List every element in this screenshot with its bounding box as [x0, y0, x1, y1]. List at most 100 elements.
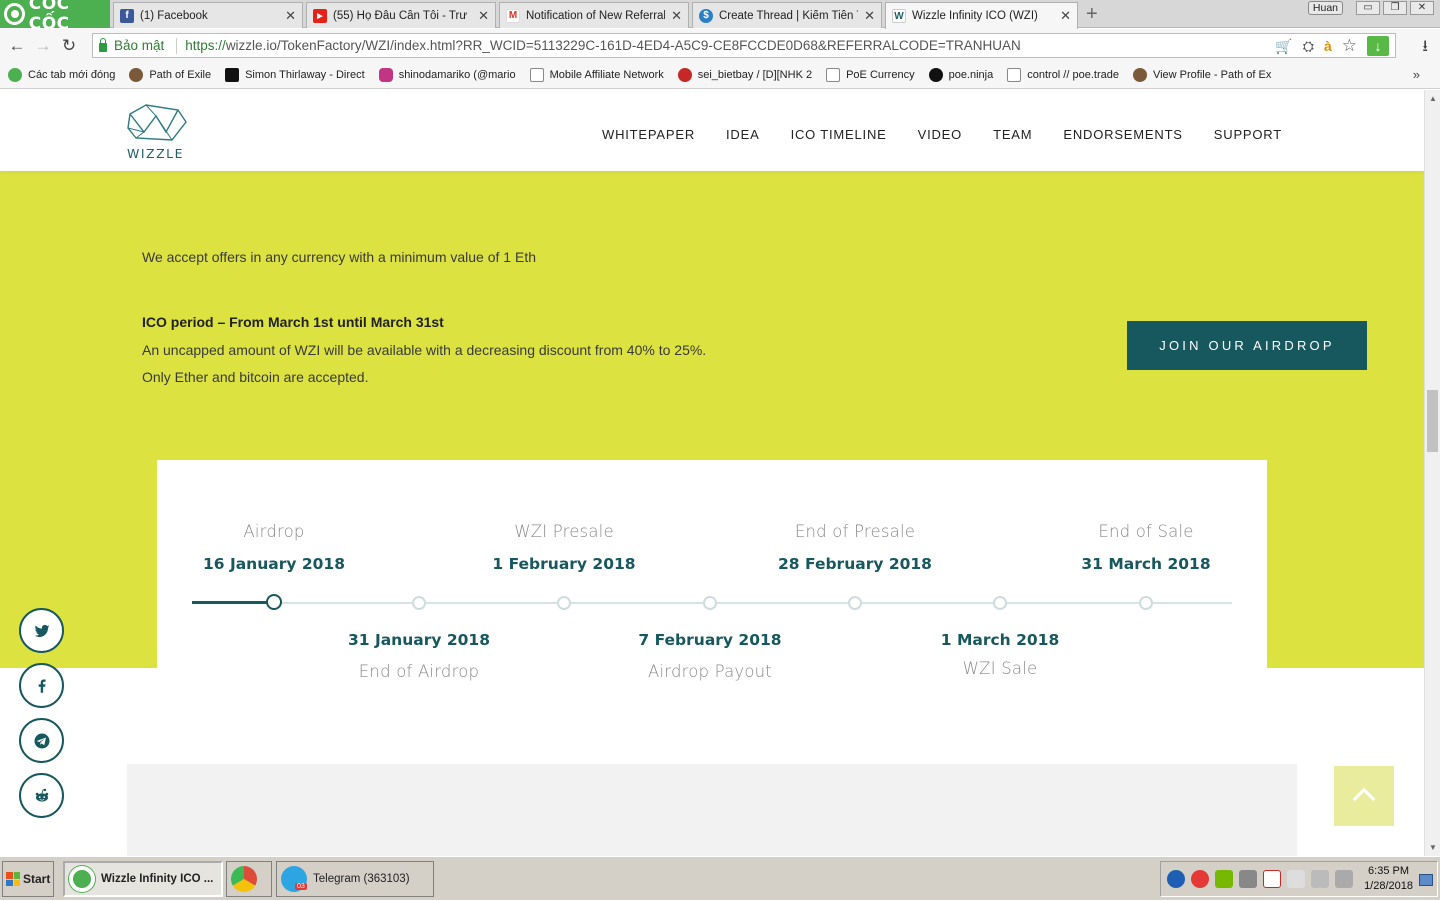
tab-wizzle[interactable]: W Wizzle Infinity ICO (WZI) ✕ — [885, 2, 1078, 29]
browser-toolbar: ← → ↻ Bảo mật https:// wizzle.io/TokenFa… — [0, 29, 1440, 62]
taskbar-telegram[interactable]: 03 Telegram (363103) — [276, 861, 434, 897]
back-button[interactable]: ← — [4, 36, 30, 56]
timeline-dot[interactable] — [412, 596, 426, 610]
bookmark-poe-trade[interactable]: control // poe.trade — [1007, 68, 1119, 82]
address-separator — [176, 37, 178, 54]
join-airdrop-button[interactable]: JOIN OUR AIRDROP — [1127, 321, 1367, 370]
page-scrollbar[interactable]: ▲ ▼ — [1424, 90, 1440, 856]
close-icon[interactable]: ✕ — [864, 8, 875, 24]
timeline-dot[interactable] — [993, 596, 1007, 610]
twitter-share-button[interactable] — [19, 608, 64, 653]
ico-currency-text: Only Ether and bitcoin are accepted. — [142, 369, 369, 385]
bookmark-mobile-affiliate[interactable]: Mobile Affiliate Network — [529, 68, 664, 82]
bookmarks-overflow-icon[interactable]: » — [1413, 67, 1420, 82]
tab-create-thread[interactable]: $ Create Thread | Kiếm Tiền Trê ✕ — [692, 2, 882, 28]
timeline-dot-active[interactable] — [266, 594, 282, 610]
system-clock[interactable]: 6:35 PM 1/28/2018 — [1364, 864, 1413, 894]
tab-title: (55) Họ Đâu Cần Tôi - Trư — [333, 9, 468, 22]
flag-icon[interactable] — [1287, 870, 1305, 888]
scroll-up-icon[interactable]: ▲ — [1429, 94, 1437, 103]
facebook-share-button[interactable] — [19, 663, 64, 708]
close-icon[interactable]: ✕ — [478, 8, 489, 24]
timeline-dot[interactable] — [848, 596, 862, 610]
timeline-dot[interactable] — [557, 596, 571, 610]
network-icon[interactable] — [1167, 870, 1185, 888]
close-window-button[interactable]: ✕ — [1410, 1, 1434, 15]
timeline-date: 1 March 2018 — [940, 631, 1060, 649]
telegram-badge: 03 — [295, 883, 307, 890]
coccoc-brand[interactable]: CỐC CỐC — [0, 0, 110, 34]
new-tab-button[interactable]: + — [1086, 3, 1098, 26]
input-method-icon[interactable]: à — [1324, 38, 1332, 54]
telegram-icon: 03 — [281, 866, 307, 892]
start-button[interactable]: Start — [2, 861, 54, 897]
bookmark-path-of-exile[interactable]: Path of Exile — [129, 68, 211, 82]
bookmark-label: control // poe.trade — [1027, 69, 1119, 81]
nav-video[interactable]: VIDEO — [918, 127, 962, 142]
facebook-icon: f — [120, 8, 134, 23]
bookmark-view-profile[interactable]: View Profile - Path of Ex — [1132, 68, 1271, 82]
wizzle-logo[interactable]: WIZZLE — [126, 102, 188, 161]
timeline-dot[interactable] — [703, 596, 717, 610]
speaker-icon[interactable] — [1335, 870, 1353, 888]
nav-idea[interactable]: IDEA — [726, 127, 760, 142]
taskbar-chrome[interactable] — [226, 861, 272, 897]
instagram-icon — [378, 68, 393, 82]
timeline-label: End of Presale — [794, 522, 916, 541]
downloads-icon[interactable]: ⭳ — [1422, 35, 1428, 62]
display-icon[interactable] — [1311, 870, 1329, 888]
nvidia-icon[interactable] — [1215, 870, 1233, 888]
tab-title: (1) Facebook — [140, 9, 208, 22]
telegram-share-button[interactable] — [19, 718, 64, 763]
gmail-icon: M — [506, 8, 520, 23]
reload-button[interactable]: ↻ — [56, 36, 82, 56]
reddit-share-button[interactable] — [19, 773, 64, 818]
windows-taskbar: Start Wizzle Infinity ICO ... 03 Telegra… — [0, 856, 1440, 900]
bookmark-poe-ninja[interactable]: poe.ninja — [928, 68, 993, 82]
savior-download-icon[interactable]: ↓ — [1367, 36, 1389, 56]
telegram-icon — [34, 733, 49, 748]
volume-icon[interactable] — [1239, 870, 1257, 888]
close-icon[interactable]: ✕ — [671, 8, 682, 24]
close-icon[interactable]: ✕ — [285, 8, 296, 24]
app-tray-icon[interactable] — [1191, 870, 1209, 888]
scrollbar-thumb[interactable] — [1427, 390, 1438, 452]
timeline-progress — [192, 601, 274, 604]
nav-ico-timeline[interactable]: ICO TIMELINE — [791, 127, 887, 142]
bookmark-simon-thirlaway[interactable]: Simon Thirlaway - Direct — [225, 68, 365, 82]
bookmark-recent-tabs[interactable]: Các tab mới đóng — [8, 68, 115, 82]
tab-gmail[interactable]: M Notification of New Referral ✕ — [499, 2, 689, 28]
close-icon[interactable]: ✕ — [1060, 8, 1071, 24]
poe-icon — [1132, 68, 1147, 82]
translate-icon[interactable]: ⛭ — [1303, 38, 1314, 55]
nav-support[interactable]: SUPPORT — [1214, 127, 1282, 142]
ico-info-section: We accept offers in any currency with a … — [0, 171, 1424, 760]
clock-date: 1/28/2018 — [1364, 880, 1413, 892]
bookmark-label: Mobile Affiliate Network — [549, 69, 664, 81]
scroll-down-icon[interactable]: ▼ — [1429, 843, 1437, 852]
nav-whitepaper[interactable]: WHITEPAPER — [602, 127, 695, 142]
nav-team[interactable]: TEAM — [993, 127, 1032, 142]
bookmark-star-icon[interactable]: ☆ — [1342, 36, 1357, 56]
show-desktop-icon[interactable] — [1419, 874, 1433, 886]
lock-icon — [99, 37, 107, 52]
taskbar-wizzle[interactable]: Wizzle Infinity ICO ... — [63, 861, 223, 897]
unikey-icon[interactable] — [1263, 870, 1281, 888]
poe-icon — [129, 68, 144, 82]
wizzle-icon: W — [892, 9, 906, 23]
bookmark-instagram[interactable]: shinodamariko (@mario — [378, 68, 516, 82]
restore-button[interactable]: ❐ — [1383, 1, 1407, 15]
user-profile-button[interactable]: Huan — [1307, 1, 1343, 15]
forward-button[interactable]: → — [30, 36, 56, 56]
tab-youtube[interactable]: ▶ (55) Họ Đâu Cần Tôi - Trư ✕ — [306, 2, 496, 28]
timeline-dot[interactable] — [1139, 596, 1153, 610]
tab-facebook[interactable]: f (1) Facebook ✕ — [113, 2, 303, 28]
nav-endorsements[interactable]: ENDORSEMENTS — [1063, 127, 1182, 142]
bookmark-sei-bietbay[interactable]: sei_bietbay / [D][NHK 2 — [677, 68, 812, 82]
bookmark-poe-currency[interactable]: PoE Currency — [826, 68, 915, 82]
address-bar[interactable]: Bảo mật https:// wizzle.io/TokenFactory/… — [92, 33, 1396, 58]
back-to-top-button[interactable] — [1334, 766, 1394, 826]
shopping-cart-icon[interactable]: 🛒 — [1275, 38, 1292, 55]
minimize-button[interactable]: ▭ — [1356, 1, 1380, 15]
forum-icon: $ — [699, 8, 713, 23]
